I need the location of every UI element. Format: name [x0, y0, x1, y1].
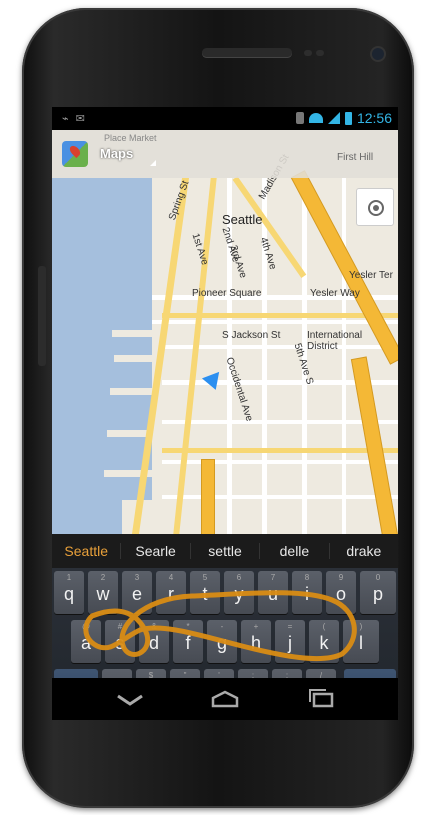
map-label-first-hill: First Hill: [337, 152, 374, 163]
key-k[interactable]: (k: [309, 620, 339, 663]
key-r[interactable]: 4r: [156, 571, 186, 614]
suggestion-strip: Seattle Searle settle delle drake: [52, 534, 398, 569]
map-label-yesler-way: Yesler Way: [310, 288, 360, 299]
keyboard-row-2: @ a # s & d * f -g + h = j (k ) l: [52, 620, 398, 667]
suggestion-item[interactable]: Searle: [121, 543, 191, 559]
maps-logo-icon[interactable]: [62, 141, 88, 167]
map-label-international-district: International District: [307, 330, 363, 352]
screen: ⌁ ✉ 12:56 Maps Place Market First Hill S…: [52, 107, 398, 678]
street: [262, 178, 267, 534]
suggestion-item[interactable]: drake: [330, 543, 398, 559]
clock: 12:56: [356, 110, 392, 126]
key-i[interactable]: 8i: [292, 571, 322, 614]
arterial-road: [162, 448, 398, 453]
street: [162, 495, 398, 499]
key-b[interactable]: :b: [238, 669, 268, 678]
key-o[interactable]: 9o: [326, 571, 356, 614]
keyboard-row-3: ⇧ _z $x "c 'v :b ;n /m ⌫: [52, 669, 398, 678]
maps-action-bar: Maps Place Market First Hill: [52, 130, 398, 178]
wifi-icon: [308, 113, 323, 123]
key-e[interactable]: 3e: [122, 571, 152, 614]
key-c[interactable]: "c: [170, 669, 200, 678]
map-label-place-market: Place Market: [104, 133, 157, 143]
pier: [107, 430, 162, 437]
key-t[interactable]: 5t: [190, 571, 220, 614]
key-q[interactable]: 1q: [54, 571, 84, 614]
arterial-road: [162, 313, 398, 318]
key-z[interactable]: _z: [102, 669, 132, 678]
key-w[interactable]: 2w: [88, 571, 118, 614]
home-button[interactable]: [207, 688, 243, 710]
dropdown-caret-icon[interactable]: [150, 160, 156, 166]
pier: [104, 470, 164, 477]
key-g[interactable]: -g: [207, 620, 237, 663]
key-x[interactable]: $x: [136, 669, 166, 678]
backspace-key[interactable]: ⌫: [344, 669, 396, 678]
key-h[interactable]: + h: [241, 620, 271, 663]
signal-icon: [327, 112, 340, 124]
proximity-sensor: [304, 50, 312, 56]
street: [152, 320, 398, 324]
suggestion-item[interactable]: delle: [260, 543, 330, 559]
keyboard-row-1: 1q 2w 3e 4r 5t 6y 7u 8i 9o 0p: [52, 571, 398, 618]
recent-apps-icon: [309, 689, 334, 708]
map-label-yesler-ter: Yesler Ter: [349, 270, 393, 281]
key-n[interactable]: ;n: [272, 669, 302, 678]
key-j[interactable]: = j: [275, 620, 305, 663]
street: [162, 460, 398, 464]
navigation-arrow-icon: [201, 366, 227, 390]
key-v[interactable]: 'v: [204, 669, 234, 678]
key-s[interactable]: # s: [105, 620, 135, 663]
suggestion-item[interactable]: settle: [191, 543, 261, 559]
key-d[interactable]: & d: [139, 620, 169, 663]
key-f[interactable]: * f: [173, 620, 203, 663]
notification-icons: ⌁ ✉: [62, 113, 87, 125]
key-u[interactable]: 7u: [258, 571, 288, 614]
light-sensor: [316, 50, 324, 56]
home-icon: [211, 690, 239, 708]
navigation-bar: [52, 678, 398, 720]
pier: [122, 500, 172, 534]
street: [342, 178, 346, 534]
map-view[interactable]: Maps Place Market First Hill Seattle Pio…: [52, 130, 398, 534]
map-label-spring-st: Spring St: [167, 179, 192, 222]
my-location-button[interactable]: [356, 188, 394, 226]
key-m[interactable]: /m: [306, 669, 336, 678]
status-bar: ⌁ ✉ 12:56: [52, 107, 398, 130]
earpiece-speaker: [202, 48, 292, 57]
recent-apps-button[interactable]: [304, 688, 340, 710]
map-label-s-jackson: S Jackson St: [222, 330, 281, 341]
shift-key[interactable]: ⇧: [54, 669, 98, 678]
battery-icon: [344, 111, 352, 125]
volume-button: [38, 266, 46, 366]
key-l[interactable]: ) l: [343, 620, 379, 663]
map-label-seattle: Seattle: [222, 212, 263, 227]
suggestion-item[interactable]: Seattle: [52, 543, 122, 559]
freeway-99: [202, 460, 214, 534]
pier: [112, 330, 157, 337]
key-p[interactable]: 0p: [360, 571, 396, 614]
front-camera: [372, 48, 384, 60]
back-button[interactable]: [112, 688, 148, 710]
back-chevron-icon: [117, 694, 143, 706]
map-label-pioneer-square: Pioneer Square: [192, 288, 262, 299]
key-y[interactable]: 6y: [224, 571, 254, 614]
pier: [114, 355, 159, 362]
sync-icon: [295, 112, 304, 124]
soft-keyboard: 1q 2w 3e 4r 5t 6y 7u 8i 9o 0p @ a # s & d *…: [52, 568, 398, 678]
maps-title[interactable]: Maps: [100, 146, 133, 161]
key-a[interactable]: @ a: [71, 620, 101, 663]
